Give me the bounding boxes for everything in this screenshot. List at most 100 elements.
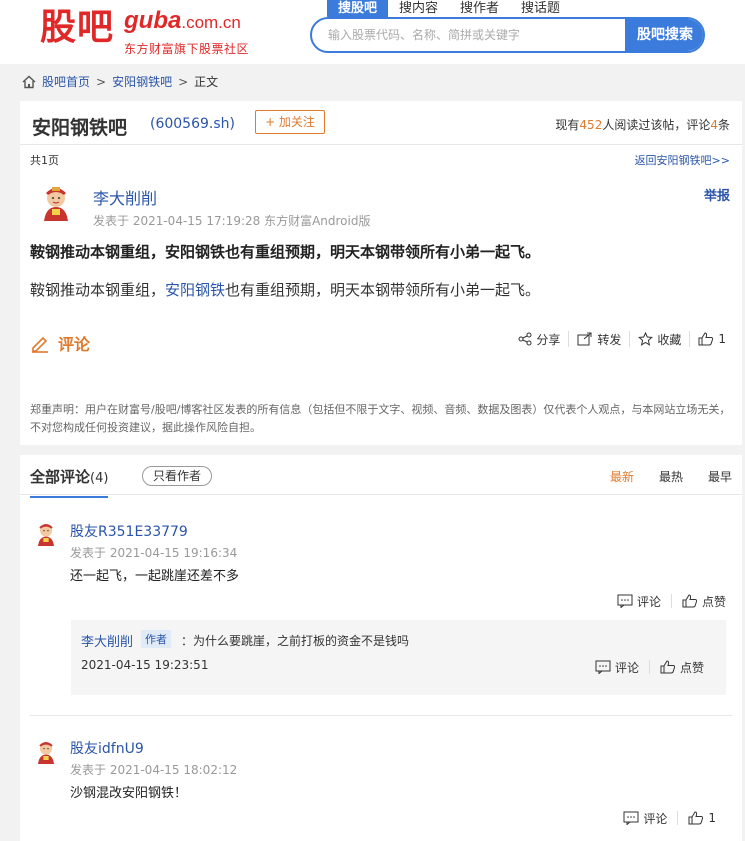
site-header: 股吧 guba.com.cn 东方财富旗下股票社区 搜股吧 搜内容 搜作者 搜话… (0, 0, 745, 64)
thumbs-up-icon (688, 811, 704, 825)
post-meta: 发表于 2021-04-15 17:19:28 东方财富Android版 (93, 214, 371, 228)
breadcrumb: 股吧首页 > 安阳钢铁吧 > 正文 (22, 73, 218, 90)
search-button[interactable]: 股吧搜索 (625, 19, 703, 51)
page-count: 共1页 (30, 154, 59, 167)
comments-card: 全部评论(4) 只看作者 最新 最热 最早 股友R351E33779 发表于 2… (20, 455, 742, 841)
post-title: 鞍钢推动本钢重组，安阳钢铁也有重组预期，明天本钢带领所有小弟一起飞。 (30, 243, 541, 261)
breadcrumb-current: 正文 (194, 75, 219, 89)
reply-time: 2021-04-15 19:23:51 (81, 658, 209, 672)
sort-hottest[interactable]: 最热 (659, 468, 683, 485)
commenter-name[interactable]: 股友R351E33779 (70, 521, 188, 541)
forward-button[interactable]: 转发 (568, 331, 629, 347)
comment-time: 发表于 2021-04-15 18:02:12 (70, 763, 238, 777)
stats-prefix: 现有 (555, 118, 580, 132)
tab-search-author[interactable]: 搜作者 (449, 0, 510, 18)
post-body: 鞍钢推动本钢重组，安阳钢铁也有重组预期，明天本钢带领所有小弟一起飞。 (30, 279, 540, 300)
share-label: 分享 (536, 332, 561, 347)
reply-label: 评论 (643, 811, 668, 826)
only-author-button[interactable]: 只看作者 (142, 466, 212, 486)
like-button[interactable]: 1 (677, 811, 726, 825)
breadcrumb-home-link[interactable]: 股吧首页 (42, 73, 90, 90)
stats-middle: 人阅读过该帖，评论 (602, 118, 711, 132)
comment-divider (30, 715, 732, 716)
comment-text: 还一起飞，一起跳崖还差不多 (70, 569, 240, 584)
comment-count: 4 (710, 118, 718, 132)
like-button[interactable]: 点赞 (648, 660, 714, 675)
report-link[interactable]: 举报 (704, 185, 730, 204)
divider (20, 144, 742, 145)
forward-icon (577, 332, 592, 346)
read-count: 452 (579, 118, 603, 132)
comment-bubble-icon (617, 594, 633, 608)
sort-options: 最新 最热 最早 (585, 468, 732, 485)
reply-button[interactable]: 评论 (613, 811, 677, 826)
guba-logo[interactable]: 股吧 guba.com.cn 东方财富旗下股票社区 (40, 6, 249, 57)
tab-search-bar[interactable]: 搜股吧 (327, 0, 389, 18)
star-icon (638, 332, 654, 346)
reply-actions: 评论 点赞 (585, 660, 714, 675)
like-count: 1 (708, 811, 716, 825)
logo-slogan: 东方财富旗下股票社区 (124, 42, 250, 56)
commenter-name[interactable]: 股友idfnU9 (70, 738, 144, 758)
bar-title[interactable]: 安阳钢铁吧 (32, 113, 127, 140)
reply-author-name[interactable]: 李大削削 (81, 631, 133, 650)
comments-count: (4) (90, 471, 109, 486)
commenter-avatar[interactable] (34, 740, 58, 764)
author-avatar[interactable] (38, 185, 74, 221)
stock-link[interactable]: 安阳钢铁 (165, 281, 225, 299)
reply-box: 李大削削 作者 ：为什么要跳崖，之前打板的资金不是钱吗 2021-04-15 1… (71, 620, 726, 695)
sort-oldest[interactable]: 最早 (708, 468, 732, 485)
author-badge: 作者 (141, 630, 171, 648)
share-button[interactable]: 分享 (510, 331, 568, 347)
logo-domain-suffix: .com.cn (181, 13, 241, 32)
pencil-icon (32, 336, 48, 353)
tab-search-content[interactable]: 搜内容 (388, 0, 449, 18)
reply-label: 评论 (636, 594, 661, 609)
reply-button[interactable]: 评论 (607, 594, 671, 609)
logo-text: 股吧 (40, 7, 115, 48)
favorite-button[interactable]: 收藏 (629, 331, 689, 347)
breadcrumb-bar-link[interactable]: 安阳钢铁吧 (112, 73, 172, 90)
logo-domain-main: guba (124, 7, 182, 34)
post-body-text: 鞍钢推动本钢重组， (30, 281, 166, 299)
comment-button[interactable]: 评论 (30, 331, 90, 355)
breadcrumb-separator: > (96, 74, 107, 89)
stats-suffix: 条 (717, 118, 730, 132)
logo-domain: guba.com.cn (124, 8, 249, 36)
comment-time: 发表于 2021-04-15 19:16:34 (70, 546, 238, 560)
reply-label: 评论 (614, 660, 639, 675)
post-actions: 分享 转发 收藏 1 (510, 331, 734, 347)
comment-bubble-icon (623, 811, 639, 825)
commenter-avatar[interactable] (34, 522, 58, 546)
author-name[interactable]: 李大削削 (93, 185, 157, 209)
tab-search-topic[interactable]: 搜话题 (510, 0, 571, 18)
forward-label: 转发 (597, 332, 622, 347)
stock-code[interactable]: (600569.sh) (150, 116, 235, 132)
like-button[interactable]: 1 (689, 331, 734, 347)
search-tabs: 搜股吧 搜内容 搜作者 搜话题 (327, 0, 571, 18)
reply-text: ：为什么要跳崖，之前打板的资金不是钱吗 (181, 634, 410, 648)
comments-title: 全部评论(4) (30, 466, 109, 498)
post-body-text: 也有重组预期，明天本钢带领所有小弟一起飞。 (225, 281, 541, 299)
follow-button[interactable]: + 加关注 (255, 110, 325, 134)
thumbs-up-icon (660, 660, 676, 674)
thumbs-up-icon (682, 594, 698, 608)
back-to-bar-link[interactable]: 返回安阳钢铁吧>> (635, 152, 730, 168)
read-stats: 现有452人阅读过该帖，评论4条 (555, 116, 730, 133)
comment-actions: 评论 点赞 (607, 594, 736, 609)
like-button[interactable]: 点赞 (670, 594, 736, 609)
comment-actions: 评论 1 (613, 811, 726, 826)
search-input[interactable] (328, 19, 618, 51)
post-card: 安阳钢铁吧 (600569.sh) + 加关注 现有452人阅读过该帖，评论4条… (20, 101, 742, 445)
breadcrumb-separator: > (178, 74, 189, 89)
like-label: 点赞 (701, 594, 726, 609)
thumbs-up-icon (698, 332, 714, 346)
comment-label: 评论 (58, 335, 91, 354)
share-icon (518, 332, 532, 346)
search-box: 股吧搜索 (310, 17, 705, 53)
home-icon (22, 75, 36, 88)
sort-newest[interactable]: 最新 (610, 468, 634, 485)
comments-title-label: 全部评论 (30, 468, 91, 486)
reply-button[interactable]: 评论 (585, 660, 649, 675)
favorite-label: 收藏 (657, 332, 682, 347)
